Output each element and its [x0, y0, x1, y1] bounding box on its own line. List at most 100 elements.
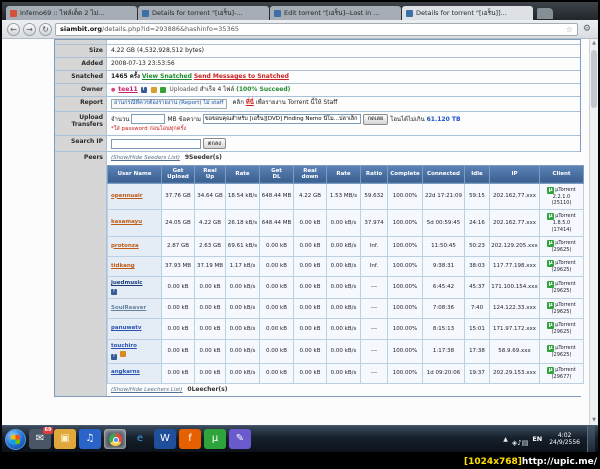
- peer-idle: 59:15: [464, 182, 490, 211]
- peers-column-header[interactable]: Client: [539, 164, 584, 184]
- office-icon[interactable]: W: [154, 429, 176, 449]
- taskbar-clock[interactable]: 4:02 24/9/2556: [546, 432, 583, 446]
- back-button[interactable]: ←: [7, 22, 20, 36]
- peer-client-port: (29625): [551, 351, 572, 358]
- owner-success-percent: (100% Succeed): [236, 86, 291, 94]
- language-indicator[interactable]: EN: [532, 435, 542, 443]
- firefox-icon[interactable]: f: [179, 429, 201, 449]
- peer-get-upload: 0.00 kB: [161, 362, 195, 384]
- peers-column-header[interactable]: Get Upload: [161, 164, 195, 184]
- peer-username-link[interactable]: opennuair: [111, 193, 143, 199]
- taskbar-icon-glyph: ✉: [35, 433, 45, 444]
- added-label: Added: [55, 58, 107, 71]
- peer-ip: 171.97.172.xxx: [489, 318, 540, 340]
- media-player-icon[interactable]: ♫: [79, 429, 101, 449]
- chrome-icon[interactable]: [104, 429, 126, 449]
- utorrent-icon[interactable]: µ: [204, 429, 226, 449]
- peer-complete: 100.00%: [387, 256, 423, 278]
- chat-app-icon[interactable]: ✉ 69: [29, 427, 53, 449]
- peer-username-link[interactable]: kasamayu: [111, 219, 142, 225]
- peers-value: (Show/Hide Seeders List) 9Seeder(s) User…: [107, 152, 584, 397]
- peer-client-cell: µ µTorrent (29625): [539, 318, 584, 340]
- peer-user-cell: opennuair f: [107, 182, 162, 211]
- peers-column-header[interactable]: Connected: [422, 164, 465, 184]
- start-button[interactable]: [5, 428, 26, 450]
- peer-username-link[interactable]: SoulReaver: [111, 305, 146, 311]
- transfer-submit-button[interactable]: กดเลย: [362, 113, 389, 125]
- peers-column-header[interactable]: Rate: [225, 164, 260, 184]
- pm-icon[interactable]: [150, 86, 157, 93]
- forward-button[interactable]: →: [23, 22, 36, 36]
- search-ip-input[interactable]: [111, 138, 201, 149]
- bookmark-star-icon[interactable]: ☆: [566, 25, 573, 34]
- view-snatched-link[interactable]: View Snatched: [142, 73, 192, 80]
- peer-user-cell: juedmusic f: [107, 276, 162, 300]
- tray-icon[interactable]: ▤: [522, 439, 529, 447]
- peers-column-header[interactable]: Get DL: [259, 164, 294, 184]
- peers-column-header[interactable]: Complete: [387, 164, 423, 184]
- peer-username-link[interactable]: angkarns: [111, 369, 140, 375]
- peers-column-header[interactable]: IP: [489, 164, 540, 184]
- facebook-icon[interactable]: f: [140, 86, 147, 93]
- peer-client-cell: µ µTorrent 1.8.5.0 (17414): [539, 209, 584, 237]
- tab-favicon: [406, 9, 413, 17]
- peer-get-dl: 0.00 kB: [259, 318, 294, 340]
- scrollbar-thumb[interactable]: [591, 50, 597, 108]
- explorer-icon[interactable]: ▣: [54, 429, 76, 449]
- browser-tab[interactable]: Details for torrent "[เอร็น]-...: [138, 6, 269, 20]
- menu-icon[interactable]: ⚙: [581, 24, 593, 34]
- address-bar[interactable]: siambit.org/details.php?id=293886&hashin…: [55, 22, 578, 36]
- peer-real-up: 2.63 GB: [194, 235, 226, 258]
- search-ip-button[interactable]: ตกลง: [202, 138, 226, 150]
- report-here-link[interactable]: ที่นี่: [246, 99, 254, 106]
- peers-column-header[interactable]: Real Up: [194, 164, 226, 184]
- peer-username-link[interactable]: protonza: [111, 243, 139, 249]
- peers-header-row: User Name Get Upload Real Up Rate Get DL Real…: [107, 164, 584, 184]
- browser-tab[interactable]: Details for torrent "[เอร็น]]...: [402, 6, 533, 20]
- show-desktop-button[interactable]: [587, 425, 595, 453]
- peers-column-header[interactable]: Rate: [326, 164, 361, 184]
- browser-tab[interactable]: Edit torrent "[เอร็น]--Lost in ...: [270, 6, 401, 20]
- owner-name-link[interactable]: tee11: [118, 86, 137, 93]
- send-messages-link[interactable]: Send Messages to Snatched: [194, 73, 289, 80]
- paint-icon[interactable]: ✎: [229, 429, 251, 449]
- transfer-amount-input[interactable]: [131, 114, 166, 125]
- peer-row: angkarns f 0.00 kB 0.00 kB 0.00 kB/s: [107, 362, 584, 384]
- peer-username-link[interactable]: tidkang: [111, 263, 135, 269]
- peer-username-link[interactable]: touchiro: [111, 343, 137, 349]
- watermark: [1024x768]http://upic.me/: [464, 457, 597, 467]
- peers-column-header[interactable]: Ratio: [360, 164, 388, 184]
- facebook-icon[interactable]: f: [111, 289, 117, 296]
- search-ip-value: ตกลง: [107, 136, 580, 152]
- peers-column-header[interactable]: Real down: [293, 164, 327, 184]
- peer-username-link[interactable]: panuwatv: [111, 325, 142, 331]
- owner-value: ● tee11 f Uploaded สำเร็จ 4 ไฟล์ (100% S…: [107, 84, 580, 97]
- peer-real-down: 0.00 kB: [293, 235, 327, 258]
- peers-column-header[interactable]: Idle: [464, 164, 490, 184]
- report-rules-link[interactable]: อ่านกรณีที่ควรต้องรายงาน (Report) ไม่ st…: [111, 99, 227, 109]
- ie-icon[interactable]: e: [129, 429, 151, 449]
- peer-ratio: ---: [360, 362, 388, 384]
- facebook-icon[interactable]: f: [111, 353, 117, 360]
- peer-real-down: 0.00 kB: [293, 276, 327, 300]
- reload-button[interactable]: ↻: [39, 22, 52, 36]
- peer-ratio: ---: [360, 276, 388, 300]
- utorrent-client-icon: µ: [547, 322, 555, 330]
- scroll-down-icon[interactable]: ▼: [590, 416, 598, 425]
- toggle-seeders-link[interactable]: (Show/Hide Seeders List): [111, 155, 180, 161]
- peer-real-down: 0.00 kB: [293, 209, 327, 237]
- peer-username-link[interactable]: juedmusic: [111, 280, 143, 286]
- new-tab-button[interactable]: [537, 8, 553, 19]
- toggle-leechers-link[interactable]: (Show/Hide Leechers List): [111, 387, 183, 393]
- scroll-up-icon[interactable]: ▲: [590, 39, 598, 48]
- transfer-message-input[interactable]: [202, 114, 361, 125]
- extra-badge-icon: [119, 350, 126, 357]
- browser-tab[interactable]: Inferno69 :: ไฟล์เด็ด 2 ไม่...: [6, 6, 137, 20]
- tray-expand-icon[interactable]: ▲: [503, 436, 508, 443]
- password-note: *ใส่ password ก่อนโอนทุกครั้ง: [111, 125, 187, 132]
- peer-idle: 50:23: [464, 235, 490, 258]
- peers-column-header[interactable]: User Name: [107, 164, 162, 184]
- page-scrollbar[interactable]: ▲ ▼: [589, 39, 598, 425]
- taskbar: ✉ 69 ▣ ♫ e W f µ ✎ ▲ ◈♪▤ EN 4:02 24/9/25…: [2, 425, 598, 453]
- peer-rate-down: 0.00 kB/s: [326, 256, 361, 278]
